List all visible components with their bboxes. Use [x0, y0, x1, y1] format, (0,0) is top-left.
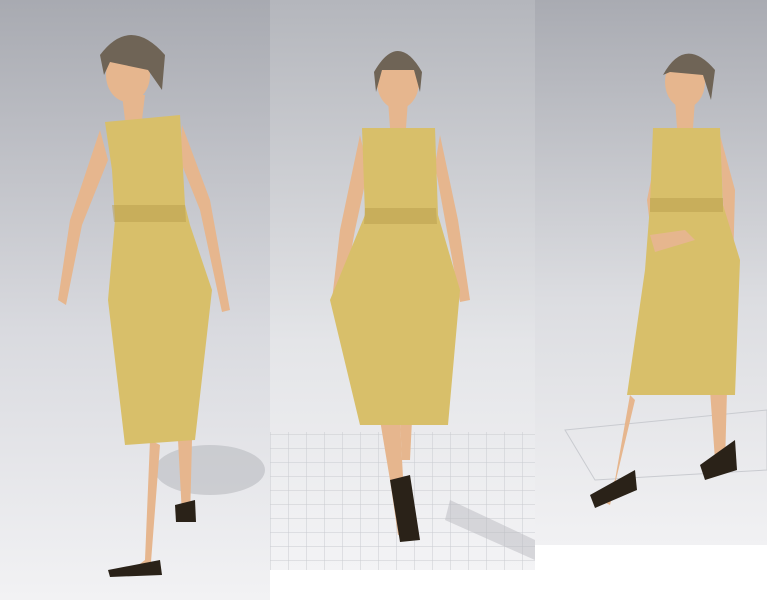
avatar-figure: [270, 51, 535, 570]
shoe-icon: [175, 500, 196, 522]
shadow: [155, 445, 265, 495]
avatar-figure: [564, 53, 767, 508]
shoe-icon: [108, 560, 162, 577]
avatar-figure: [58, 35, 265, 577]
arm: [58, 130, 108, 305]
leg: [400, 420, 412, 460]
avatar-view-left: [0, 0, 270, 600]
shoe-icon: [590, 470, 637, 508]
avatar-view-front: [270, 0, 535, 570]
belt: [112, 205, 186, 222]
belt: [650, 198, 723, 212]
avatar-view-right: [535, 0, 767, 545]
belt: [364, 208, 437, 224]
leg: [132, 440, 160, 575]
